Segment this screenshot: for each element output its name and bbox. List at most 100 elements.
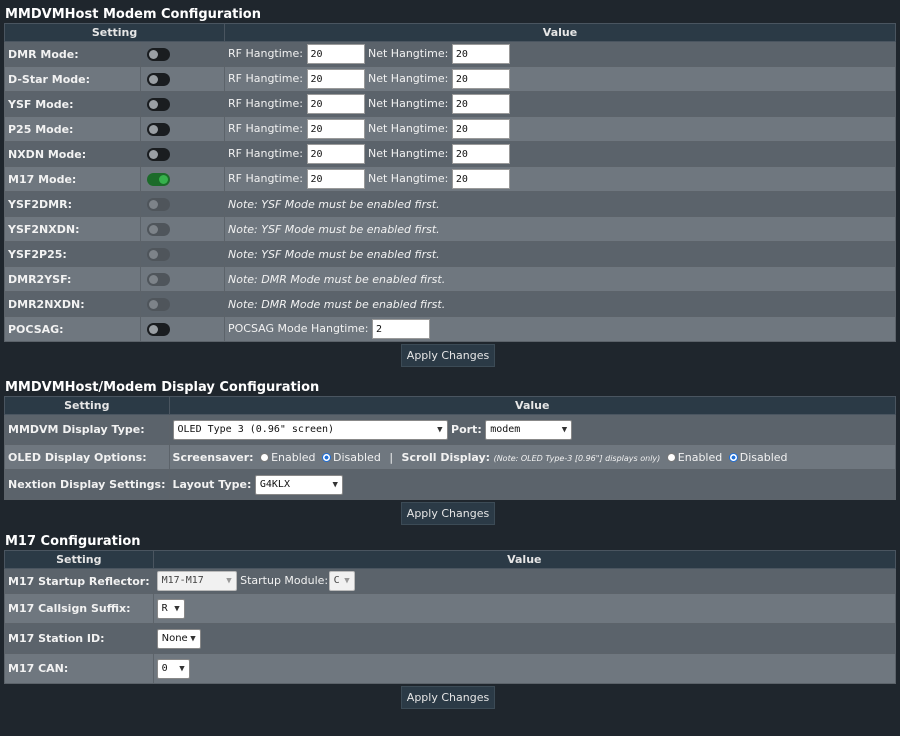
nextion-settings-label: Nextion Display Settings: bbox=[4, 469, 170, 500]
m17-can-select[interactable]: 0 ▼ bbox=[156, 658, 190, 679]
table-row: YSF2P25: Note: YSF Mode must be enabled f… bbox=[4, 241, 896, 267]
cross-mode-note: Note: DMR Mode must be enabled first. bbox=[224, 266, 896, 292]
pocsag-hangtime-label: POCSAG Mode Hangtime: bbox=[228, 322, 369, 335]
net-hangtime-input[interactable] bbox=[451, 44, 510, 64]
setting-header: Setting bbox=[4, 550, 154, 569]
pocsag-hangtime-input[interactable] bbox=[372, 319, 431, 339]
station-id-label: M17 Station ID: bbox=[4, 623, 154, 654]
modem-config-title: MMDVMHost Modem Configuration bbox=[5, 7, 261, 22]
scroll-disabled-radio[interactable] bbox=[728, 453, 738, 462]
mode-toggle-switch[interactable] bbox=[147, 97, 170, 111]
cross-mode-note: Note: YSF Mode must be enabled first. bbox=[224, 191, 896, 217]
m17-can-value: 0 bbox=[161, 662, 168, 674]
net-hangtime-label: Net Hangtime: bbox=[368, 72, 449, 85]
net-hangtime-input[interactable] bbox=[451, 69, 510, 89]
port-select[interactable]: modem ▼ bbox=[485, 419, 573, 440]
station-id-value: None bbox=[161, 632, 188, 644]
modem-config-table: Setting Value DMR Mode: RF Hangtime: Net … bbox=[4, 23, 896, 342]
rf-hangtime-label: RF Hangtime: bbox=[228, 72, 303, 85]
startup-module-value: C bbox=[333, 575, 340, 586]
cross-mode-label: YSF2P25: bbox=[4, 241, 141, 267]
startup-reflector-label: M17 Startup Reflector: bbox=[4, 568, 154, 594]
chevron-down-icon: ▼ bbox=[344, 576, 350, 586]
cross-mode-note: Note: YSF Mode must be enabled first. bbox=[224, 241, 896, 267]
oled-options-label: OLED Display Options: bbox=[4, 444, 170, 470]
rf-hangtime-input[interactable] bbox=[306, 44, 365, 64]
startup-reflector-value: M17-M17 bbox=[161, 575, 204, 586]
port-label: Port: bbox=[451, 422, 482, 436]
port-value: modem bbox=[490, 423, 521, 435]
display-config-title: MMDVMHost/Modem Display Configuration bbox=[5, 380, 320, 395]
rf-hangtime-input[interactable] bbox=[306, 144, 365, 164]
mode-label: NXDN Mode: bbox=[4, 141, 141, 167]
table-row: DMR Mode: RF Hangtime: Net Hangtime: bbox=[4, 41, 896, 67]
rf-hangtime-label: RF Hangtime: bbox=[228, 122, 303, 135]
cross-mode-note: Note: YSF Mode must be enabled first. bbox=[224, 216, 896, 242]
chevron-down-icon: ▼ bbox=[561, 424, 568, 435]
table-row: M17 Station ID: None ▼ bbox=[4, 623, 897, 654]
cross-mode-toggle-switch bbox=[147, 222, 170, 236]
screensaver-label: Screensaver: bbox=[172, 450, 254, 464]
rf-hangtime-input[interactable] bbox=[306, 169, 365, 189]
net-hangtime-input[interactable] bbox=[451, 119, 510, 139]
mode-toggle-switch[interactable] bbox=[147, 72, 170, 86]
rf-hangtime-input[interactable] bbox=[306, 69, 365, 89]
cross-mode-label: DMR2NXDN: bbox=[4, 291, 141, 317]
mode-toggle-switch[interactable] bbox=[147, 122, 170, 136]
chevron-down-icon: ▼ bbox=[174, 603, 180, 614]
apply-changes-button[interactable]: Apply Changes bbox=[400, 502, 496, 525]
cross-mode-label: YSF2NXDN: bbox=[4, 216, 141, 242]
mode-label: P25 Mode: bbox=[4, 116, 141, 142]
layout-type-select[interactable]: G4KLX ▼ bbox=[254, 474, 343, 495]
table-row: YSF Mode: RF Hangtime: Net Hangtime: bbox=[4, 91, 896, 117]
rf-hangtime-input[interactable] bbox=[306, 119, 365, 139]
chevron-down-icon: ▼ bbox=[179, 663, 185, 674]
m17-can-label: M17 CAN: bbox=[4, 653, 154, 684]
display-type-select[interactable]: OLED Type 3 (0.96" screen) ▼ bbox=[172, 419, 448, 440]
scroll-display-label: Scroll Display: bbox=[401, 450, 491, 464]
table-row: YSF2DMR: Note: YSF Mode must be enabled f… bbox=[4, 191, 896, 217]
rf-hangtime-label: RF Hangtime: bbox=[228, 97, 303, 110]
radio-label: Disabled bbox=[739, 450, 788, 464]
mode-toggle-switch[interactable] bbox=[147, 147, 170, 161]
table-row: M17 CAN: 0 ▼ bbox=[4, 653, 897, 684]
scroll-enabled-radio[interactable] bbox=[666, 453, 676, 462]
rf-hangtime-input[interactable] bbox=[306, 94, 365, 114]
layout-type-label: Layout Type: bbox=[172, 477, 252, 491]
callsign-suffix-value: R bbox=[161, 602, 168, 614]
table-row: D-Star Mode: RF Hangtime: Net Hangtime: bbox=[4, 66, 896, 92]
callsign-suffix-select[interactable]: R ▼ bbox=[156, 598, 185, 619]
net-hangtime-input[interactable] bbox=[451, 144, 510, 164]
rf-hangtime-label: RF Hangtime: bbox=[228, 47, 303, 60]
screensaver-disabled-radio[interactable] bbox=[322, 453, 332, 462]
net-hangtime-label: Net Hangtime: bbox=[368, 97, 449, 110]
net-hangtime-input[interactable] bbox=[451, 94, 510, 114]
display-config-table: Setting Value MMDVM Display Type: OLED T… bbox=[4, 396, 897, 500]
startup-reflector-select[interactable]: M17-M17 ▼ bbox=[156, 571, 237, 591]
table-row: DMR2YSF: Note: DMR Mode must be enabled f… bbox=[4, 266, 896, 292]
mode-label: YSF Mode: bbox=[4, 91, 141, 117]
value-header: Value bbox=[152, 550, 897, 569]
apply-changes-button[interactable]: Apply Changes bbox=[400, 344, 496, 367]
cross-mode-toggle-switch bbox=[147, 297, 170, 311]
table-row: YSF2NXDN: Note: YSF Mode must be enabled … bbox=[4, 216, 896, 242]
apply-changes-button[interactable]: Apply Changes bbox=[400, 686, 496, 709]
mode-toggle-switch[interactable] bbox=[147, 172, 170, 186]
cross-mode-toggle-switch bbox=[147, 197, 170, 211]
radio-label: Enabled bbox=[677, 450, 723, 464]
net-hangtime-label: Net Hangtime: bbox=[368, 172, 449, 185]
value-header: Value bbox=[224, 23, 896, 42]
m17-config-title: M17 Configuration bbox=[5, 534, 141, 549]
station-id-select[interactable]: None ▼ bbox=[156, 628, 201, 649]
screensaver-enabled-radio[interactable] bbox=[260, 453, 270, 462]
pocsag-label: POCSAG: bbox=[4, 316, 141, 342]
scroll-note: (Note: OLED Type-3 [0.96"] displays only… bbox=[493, 453, 661, 463]
cross-mode-toggle-switch bbox=[147, 247, 170, 261]
table-row: M17 Startup Reflector: M17-M17 ▼ Startup… bbox=[4, 568, 897, 594]
table-row: POCSAG: POCSAG Mode Hangtime: bbox=[4, 316, 896, 342]
mode-toggle-switch[interactable] bbox=[147, 47, 170, 61]
startup-module-select[interactable]: C ▼ bbox=[328, 571, 355, 591]
pocsag-toggle-switch[interactable] bbox=[147, 322, 170, 336]
net-hangtime-input[interactable] bbox=[451, 169, 510, 189]
divider: | bbox=[389, 450, 394, 464]
